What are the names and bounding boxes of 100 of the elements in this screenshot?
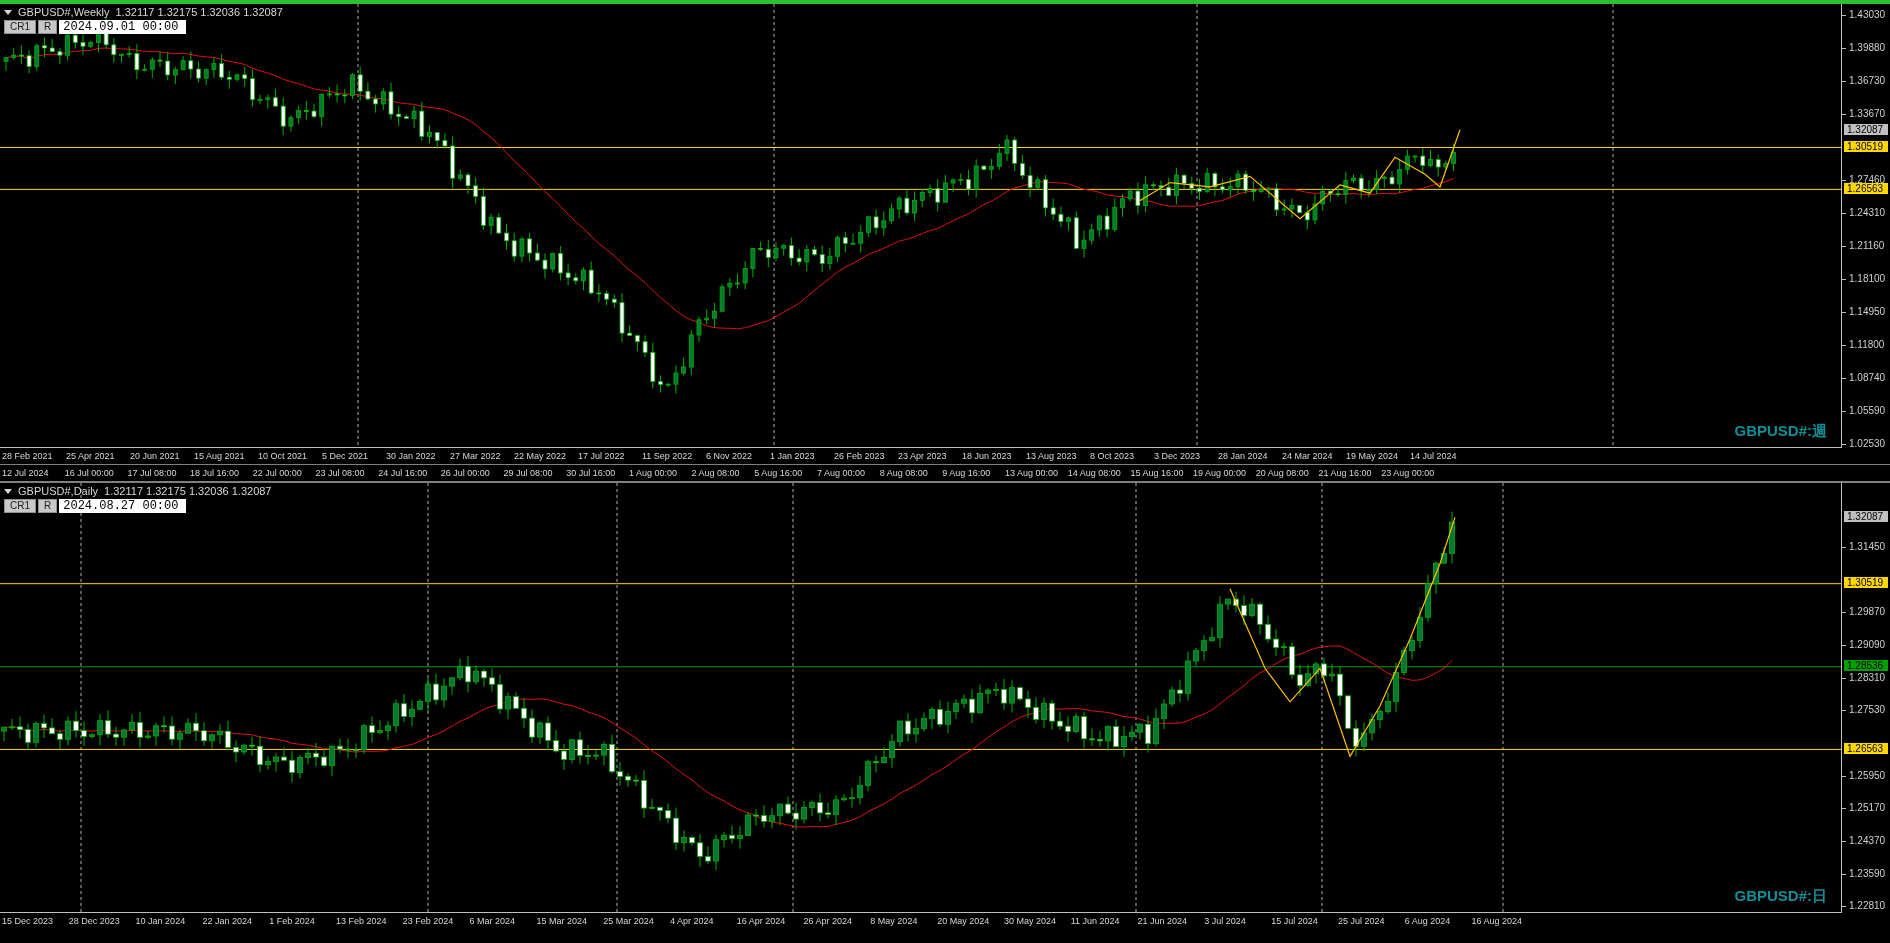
price-label: 1.30519	[1844, 141, 1888, 152]
time-label: 26 Apr 2024	[803, 916, 854, 926]
time-label: 22 Jul 00:00	[252, 468, 303, 478]
time-label: 7 Aug 00:00	[816, 468, 866, 478]
time-label: 6 Nov 2022	[706, 451, 754, 461]
time-label: 6 Aug 2024	[1404, 916, 1452, 926]
time-label: 9 Aug 16:00	[942, 468, 992, 478]
time-label: 23 Aug 00:00	[1381, 468, 1436, 478]
price-tick: 1.21160	[1849, 241, 1885, 251]
time-label: 6 Mar 2024	[469, 916, 517, 926]
time-label: 24 Jul 16:00	[378, 468, 429, 478]
time-label: 21 Aug 16:00	[1318, 468, 1373, 478]
time-label: 20 Aug 08:00	[1255, 468, 1310, 478]
price-label: 1.32087	[1844, 511, 1888, 523]
time-label: 18 Jul 16:00	[190, 468, 241, 478]
time-label: 28 Dec 2023	[68, 916, 121, 926]
time-label: 27 Mar 2022	[450, 451, 502, 461]
price-tick: 1.14950	[1849, 307, 1886, 317]
price-tick: 1.24370	[1849, 836, 1886, 846]
price-tick: 1.36730	[1849, 76, 1886, 86]
time-label: 25 Jul 2024	[1337, 916, 1386, 926]
price-tick: 1.33670	[1849, 109, 1886, 119]
price-label: 1.26563	[1844, 182, 1888, 194]
time-label: 5 Dec 2021	[322, 451, 370, 461]
time-label: 2 Aug 08:00	[691, 468, 741, 478]
time-label: 12 Jul 2024	[2, 468, 50, 478]
price-tick: 1.27530	[1849, 705, 1886, 716]
time-label: 24 Mar 2024	[1282, 451, 1334, 461]
time-label: 22 May 2022	[514, 451, 568, 461]
price-tick: 1.25170	[1849, 803, 1886, 814]
time-label: 8 May 2024	[870, 916, 919, 926]
time-label: 8 Oct 2023	[1090, 451, 1136, 461]
time-label: 23 Apr 2023	[898, 451, 948, 461]
price-tick: 1.43030	[1849, 10, 1886, 20]
price-label: 1.26563	[1844, 742, 1888, 754]
price-tick: 1.25950	[1849, 770, 1886, 781]
price-tick: 1.27460	[1849, 175, 1886, 185]
symbol-title: GBPUSD#,Daily	[18, 485, 99, 497]
time-label: 5 Aug 16:00	[754, 468, 804, 478]
price-tick: 1.02530	[1849, 439, 1886, 449]
time-label: 11 Sep 2022	[642, 451, 694, 461]
price-label: 1.28536	[1844, 660, 1888, 672]
time-label: 19 May 2024	[1346, 451, 1400, 461]
time-label: 18 Jun 2023	[962, 451, 1013, 461]
dropdown-icon[interactable]	[4, 9, 12, 15]
chart-button[interactable]: CR1	[4, 20, 36, 34]
time-label: 29 Jul 08:00	[503, 468, 554, 478]
time-label: 8 Aug 08:00	[879, 468, 929, 478]
time-label: 15 Jul 2024	[1271, 916, 1319, 926]
time-label: 13 Aug 00:00	[1005, 468, 1060, 478]
price-tick: 1.29870	[1849, 607, 1886, 618]
time-label: 11 Jun 2024	[1070, 916, 1121, 926]
chart-button[interactable]: R	[38, 499, 58, 513]
time-label: 30 Jul 16:00	[566, 468, 617, 478]
price-tick: 1.24310	[1849, 208, 1886, 218]
chart-button[interactable]: R	[38, 20, 58, 34]
time-label: 1 Jan 2023	[770, 451, 816, 461]
price-tick: 1.39880	[1849, 43, 1886, 53]
time-label: 14 Jul 2024	[1410, 451, 1458, 461]
time-label: 23 Feb 2024	[402, 916, 455, 926]
price-tick: 1.23590	[1849, 868, 1886, 879]
symbol-label: GBPUSD#:週	[1734, 422, 1827, 441]
time-label: 15 Aug 16:00	[1130, 468, 1185, 478]
time-label: 4 Apr 2024	[669, 916, 715, 926]
time-label: 13 Aug 2023	[1026, 451, 1078, 461]
price-tick: 1.28310	[1849, 672, 1886, 683]
time-label: 3 Jul 2024	[1204, 916, 1247, 926]
time-label: 25 Apr 2021	[66, 451, 116, 461]
time-label: 3 Dec 2023	[1154, 451, 1202, 461]
time-label: 26 Feb 2023	[834, 451, 886, 461]
symbol-label: GBPUSD#:日	[1734, 887, 1827, 906]
time-label: 16 Jul 00:00	[64, 468, 115, 478]
time-label: 30 Jan 2022	[386, 451, 437, 461]
time-label: 28 Jan 2024	[1218, 451, 1269, 461]
ohlc-values: 1.32117 1.32175 1.32036 1.32087	[104, 485, 272, 497]
time-label: 10 Jan 2024	[135, 916, 187, 926]
price-tick: 1.11800	[1849, 340, 1885, 350]
time-label: 28 Feb 2021	[2, 451, 54, 461]
time-label: 10 Oct 2021	[258, 451, 309, 461]
time-label: 16 Aug 2024	[1471, 916, 1524, 926]
time-label: 26 Jul 00:00	[440, 468, 491, 478]
time-label: 1 Aug 00:00	[628, 468, 678, 478]
date-field[interactable]: 2024.08.27 00:00	[59, 499, 187, 513]
dropdown-icon[interactable]	[4, 488, 12, 494]
time-label: 21 Jun 2024	[1137, 916, 1189, 926]
time-label: 15 Mar 2024	[536, 916, 588, 926]
time-label: 14 Aug 08:00	[1067, 468, 1122, 478]
price-tick: 1.18100	[1849, 274, 1886, 284]
price-label: 1.32087	[1844, 124, 1888, 136]
time-label: 1 Feb 2024	[269, 916, 316, 926]
date-field[interactable]: 2024.09.01 00:00	[59, 20, 187, 34]
time-label: 17 Jul 2022	[578, 451, 626, 461]
price-tick: 1.08740	[1849, 373, 1886, 383]
time-label: 15 Aug 2021	[194, 451, 246, 461]
chart-button[interactable]: CR1	[4, 499, 36, 513]
time-label: 23 Jul 08:00	[315, 468, 366, 478]
price-tick: 1.31450	[1849, 541, 1886, 552]
time-label: 13 Feb 2024	[336, 916, 388, 926]
price-tick: 1.05590	[1849, 406, 1886, 416]
time-label: 15 Dec 2023	[2, 916, 55, 926]
